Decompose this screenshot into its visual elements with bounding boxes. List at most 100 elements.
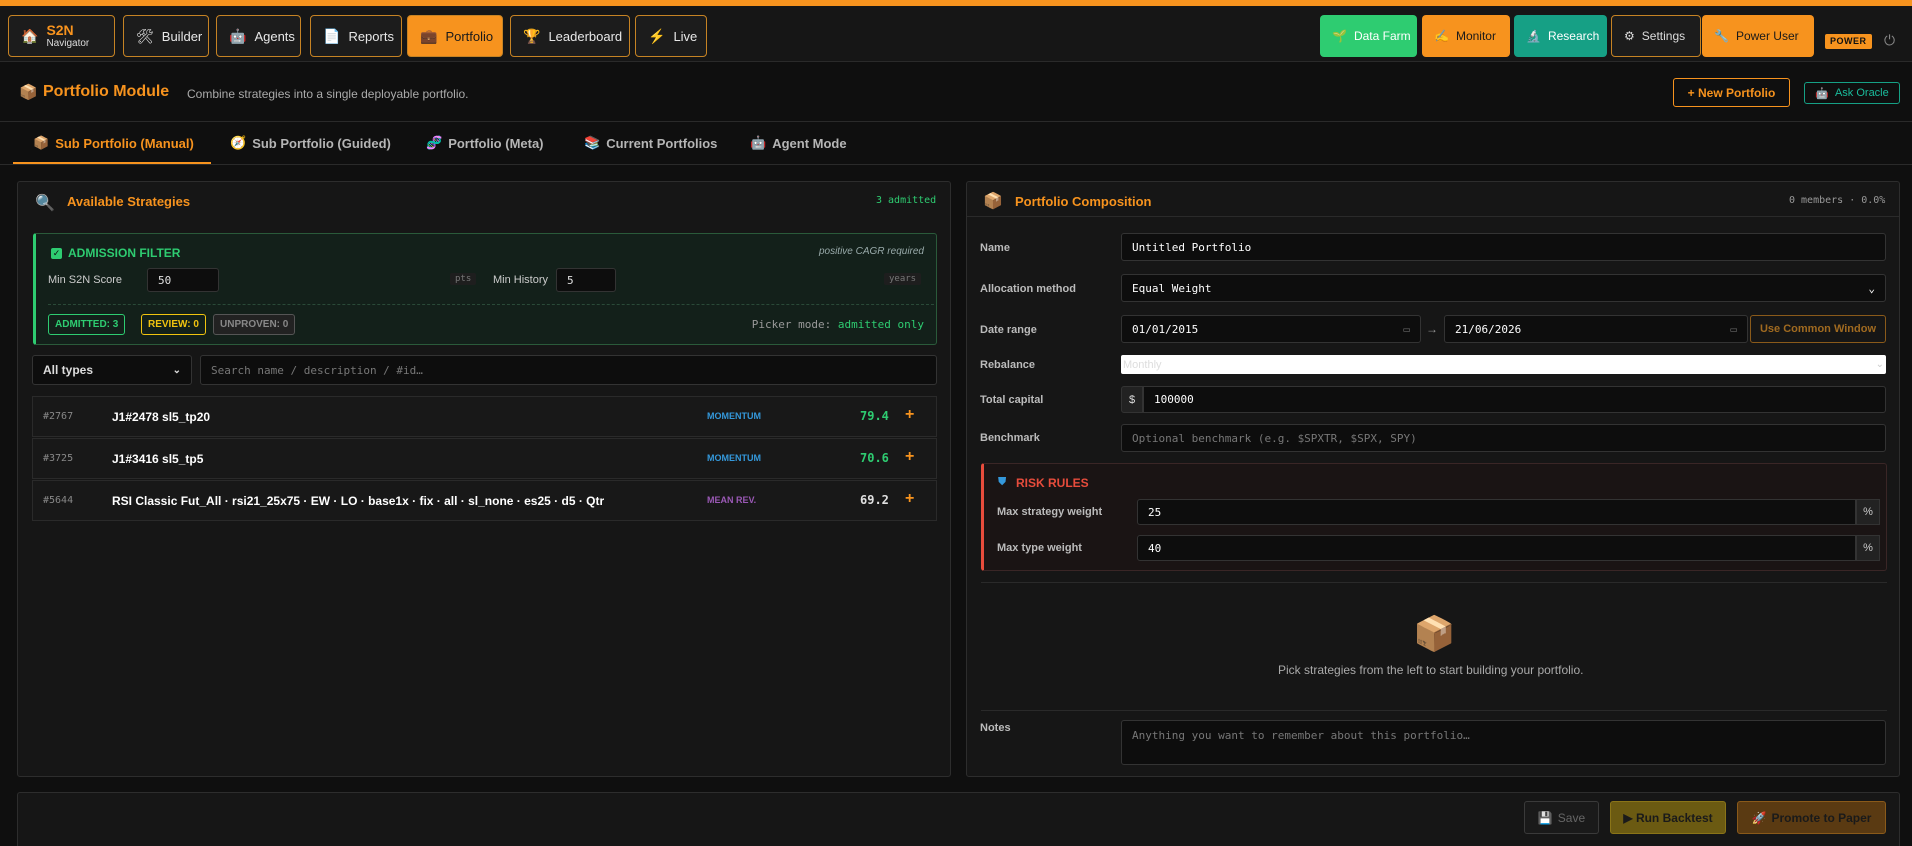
nav-leaderboard-button[interactable]: 🏆 Leaderboard <box>510 15 630 57</box>
min-history-label: Min History <box>493 274 549 286</box>
rebalance-select[interactable]: Monthly ⌄ <box>1121 355 1886 374</box>
nav-live-button[interactable]: ⚡ Live <box>635 15 707 57</box>
divider <box>981 582 1887 583</box>
save-button[interactable]: 💾 Save <box>1524 801 1599 834</box>
tab-portfolio-meta[interactable]: 🧬 Portfolio (Meta) <box>426 135 544 151</box>
notes-textarea[interactable]: Anything you want to remember about this… <box>1121 720 1886 765</box>
ask-oracle-label: Ask Oracle <box>1834 87 1889 99</box>
settings-button[interactable]: ⚙ Settings <box>1611 15 1701 57</box>
package-icon: 📦 <box>19 84 38 101</box>
nav-live-label: Live <box>673 28 698 44</box>
admitted-badge[interactable]: ADMITTED: 3 <box>48 314 126 335</box>
add-strategy-button[interactable]: + <box>905 406 914 424</box>
search-icon: 🔍 <box>35 195 55 212</box>
picker-mode-value: admitted only <box>837 318 924 331</box>
ask-oracle-button[interactable]: 🤖 Ask Oracle <box>1804 82 1900 104</box>
strategy-type: MEAN REV. <box>707 495 757 505</box>
new-portfolio-button[interactable]: + New Portfolio <box>1673 78 1790 107</box>
max-strategy-weight-input[interactable]: 25 <box>1137 499 1856 525</box>
type-select[interactable]: All types ⌄ <box>32 355 192 385</box>
strategy-id: #2767 <box>43 411 74 422</box>
strategy-type: MOMENTUM <box>707 453 761 463</box>
risk-rules-title: RISK RULES <box>1016 476 1089 490</box>
brand-title: S2N <box>46 21 74 38</box>
active-tab-indicator <box>13 162 211 164</box>
max-type-weight-input[interactable]: 40 <box>1137 535 1856 561</box>
research-label: Research <box>1547 29 1600 43</box>
picker-mode-label: Picker mode: <box>751 318 832 331</box>
wrench-icon: 🔧 <box>1714 29 1729 43</box>
review-badge[interactable]: REVIEW: 0 <box>141 314 206 335</box>
nav-builder-label: Builder <box>161 28 203 44</box>
pts-unit: pts <box>450 273 477 285</box>
power-icon[interactable]: ⏻ <box>1884 32 1895 49</box>
admitted-count: 3 admitted <box>876 195 937 206</box>
search-input[interactable]: Search name / description / #id… <box>200 355 937 385</box>
nav-agents-button[interactable]: 🤖 Agents <box>216 15 301 57</box>
unproven-badge[interactable]: UNPROVEN: 0 <box>213 314 296 335</box>
package-icon: 📦 <box>33 135 50 150</box>
rebalance-label: Rebalance <box>980 359 1036 371</box>
nav-builder-button[interactable]: 🛠 Builder <box>123 15 209 57</box>
divider <box>967 216 1899 217</box>
date-from-value: 01/01/2015 <box>1132 322 1199 336</box>
strategy-row[interactable]: #5644 RSI Classic Fut_All · rsi21_25x75 … <box>32 480 937 521</box>
percent-unit: % <box>1856 499 1880 525</box>
add-strategy-button[interactable]: + <box>905 490 914 508</box>
brand-subtitle: Navigator <box>46 37 90 49</box>
notes-label: Notes <box>980 722 1011 734</box>
picker-mode: Picker mode: admitted only <box>752 318 924 331</box>
compass-icon: 🧭 <box>230 135 247 150</box>
document-icon: 📄 <box>323 28 341 44</box>
checkbox-icon[interactable]: ✓ <box>51 248 62 259</box>
strategy-id: #3725 <box>43 453 74 464</box>
strategy-row[interactable]: #2767 J1#2478 sl5_tp20 MOMENTUM 79.4 + <box>32 396 937 437</box>
robot-icon: 🤖 <box>229 28 247 44</box>
capital-input[interactable]: 100000 <box>1143 386 1886 413</box>
shield-icon: ⛊ <box>998 476 1007 488</box>
save-label: Save <box>1557 810 1586 825</box>
power-user-button[interactable]: 🔧 Power User <box>1702 15 1814 57</box>
strategy-type: MOMENTUM <box>707 411 761 421</box>
brand-home-button[interactable]: 🏠 S2N Navigator <box>8 15 115 57</box>
trophy-icon: 🏆 <box>523 28 541 44</box>
package-icon: 📦 <box>983 193 1003 210</box>
filter-title: ADMISSION FILTER <box>68 246 181 260</box>
tab-agent-mode[interactable]: 🤖 Agent Mode <box>750 135 847 151</box>
tab-current-portfolios[interactable]: 📚 Current Portfolios <box>584 135 717 151</box>
tab-sub-portfolio-guided[interactable]: 🧭 Sub Portfolio (Guided) <box>230 135 391 151</box>
package-icon: 📦 <box>1413 615 1456 653</box>
promote-label: Promote to Paper <box>1771 810 1872 825</box>
dna-icon: 🧬 <box>426 135 443 150</box>
monitor-button[interactable]: ✍ Monitor <box>1422 15 1510 57</box>
divider <box>981 710 1887 711</box>
strategies-title: Available Strategies <box>67 194 191 209</box>
currency-prefix: $ <box>1121 386 1143 413</box>
add-strategy-button[interactable]: + <box>905 448 914 466</box>
nav-portfolio-button[interactable]: 💼 Portfolio <box>407 15 503 57</box>
min-score-input[interactable]: 50 <box>147 268 219 292</box>
tab-sub-portfolio-manual[interactable]: 📦 Sub Portfolio (Manual) <box>33 135 194 151</box>
benchmark-input[interactable]: Optional benchmark (e.g. $SPXTR, $SPX, S… <box>1121 424 1886 452</box>
min-history-input[interactable]: 5 <box>556 268 616 292</box>
research-button[interactable]: 🔬 Research <box>1514 15 1607 57</box>
data-farm-button[interactable]: 🌱 Data Farm <box>1320 15 1417 57</box>
admission-filter: ✓ ADMISSION FILTER positive CAGR require… <box>33 233 937 345</box>
use-common-window-button[interactable]: Use Common Window <box>1750 315 1886 343</box>
date-separator: → <box>1426 322 1438 336</box>
run-backtest-button[interactable]: ▶ Run Backtest <box>1610 801 1726 834</box>
strategy-row[interactable]: #3725 J1#3416 sl5_tp5 MOMENTUM 70.6 + <box>32 438 937 479</box>
rebalance-value: Monthly <box>1123 358 1162 371</box>
nav-agents-label: Agents <box>254 28 295 44</box>
date-from-input[interactable]: 01/01/2015 ▭ <box>1121 315 1421 343</box>
capital-label: Total capital <box>980 394 1044 406</box>
tab-label: Portfolio (Meta) <box>448 135 544 151</box>
nav-reports-button[interactable]: 📄 Reports <box>310 15 402 57</box>
type-select-value: All types <box>43 363 94 377</box>
name-field[interactable]: Untitled Portfolio <box>1121 233 1886 261</box>
allocation-select[interactable]: Equal Weight ⌄ <box>1121 274 1886 302</box>
promote-to-paper-button[interactable]: 🚀 Promote to Paper <box>1737 801 1886 834</box>
calendar-icon: ▭ <box>1403 322 1410 336</box>
books-icon: 📚 <box>584 135 601 150</box>
date-to-input[interactable]: 21/06/2026 ▭ <box>1444 315 1748 343</box>
